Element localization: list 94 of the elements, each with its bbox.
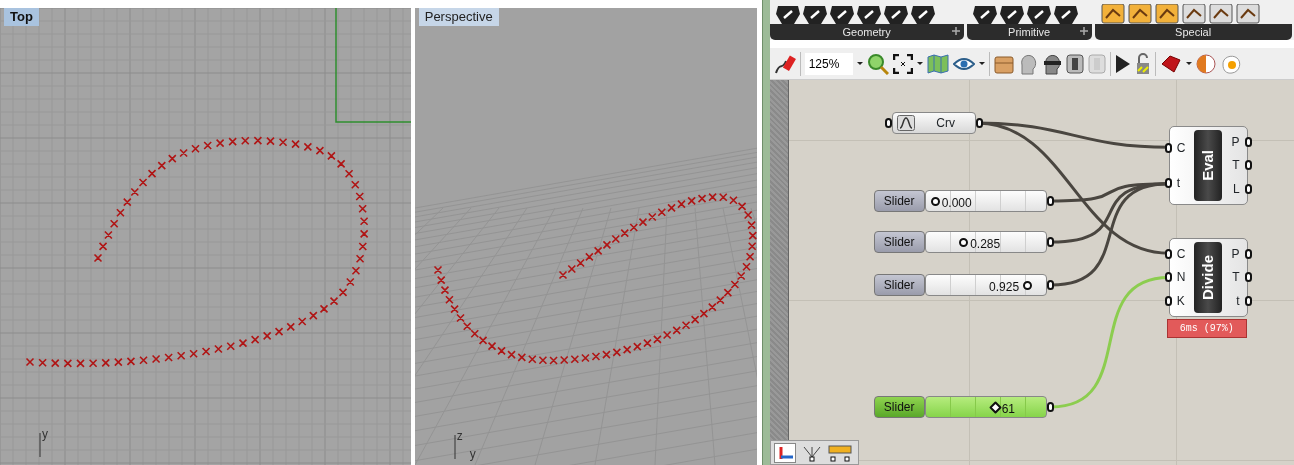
input-label: C bbox=[1176, 245, 1186, 263]
head-icon[interactable] bbox=[1041, 52, 1062, 75]
component-icon[interactable] bbox=[1154, 4, 1179, 24]
play-icon[interactable] bbox=[1114, 53, 1131, 74]
port-icon[interactable] bbox=[1046, 402, 1054, 412]
slider-thumb[interactable] bbox=[988, 401, 1002, 414]
zoom-extents-icon[interactable] bbox=[892, 53, 913, 74]
port-icon[interactable] bbox=[1046, 280, 1054, 290]
component-icon[interactable] bbox=[1127, 4, 1152, 24]
port-icon[interactable] bbox=[1244, 272, 1252, 283]
component-icon[interactable] bbox=[999, 6, 1024, 24]
component-icon[interactable] bbox=[1026, 6, 1051, 24]
category-label[interactable]: Special bbox=[1175, 26, 1212, 38]
curve-param[interactable]: Crv bbox=[891, 112, 976, 134]
port-icon[interactable] bbox=[1244, 136, 1252, 147]
axis-line bbox=[39, 433, 41, 457]
zoom-field[interactable]: 125% bbox=[804, 52, 853, 75]
lock-icon[interactable] bbox=[1134, 52, 1151, 75]
component-name[interactable]: Eval bbox=[1194, 130, 1222, 201]
input-label: N bbox=[1176, 269, 1186, 287]
pin-icon[interactable] bbox=[951, 27, 960, 35]
axis-label: y bbox=[469, 448, 476, 460]
output-label: T bbox=[1232, 269, 1240, 287]
slider-track[interactable]: 61 bbox=[924, 396, 1047, 418]
axis-label: y bbox=[42, 428, 48, 440]
box-icon[interactable] bbox=[993, 53, 1014, 74]
half-circle-icon[interactable] bbox=[1195, 53, 1216, 74]
component-icon[interactable] bbox=[1053, 6, 1078, 24]
slider-thumb[interactable] bbox=[959, 238, 969, 247]
caret-icon[interactable] bbox=[978, 62, 985, 65]
slider-label[interactable]: Slider bbox=[873, 190, 925, 212]
component-icon[interactable] bbox=[972, 6, 997, 24]
axis-line bbox=[453, 435, 456, 459]
input-label: t bbox=[1176, 175, 1180, 193]
slider-track[interactable]: 0.285 bbox=[924, 231, 1047, 253]
component-icon[interactable] bbox=[829, 6, 854, 24]
panel-icon[interactable] bbox=[1065, 53, 1084, 74]
slider-label[interactable]: Slider bbox=[873, 274, 925, 296]
component-icon[interactable] bbox=[775, 6, 800, 24]
output-label: L bbox=[1232, 181, 1240, 199]
slider-thumb[interactable] bbox=[930, 197, 940, 206]
search-icon[interactable] bbox=[866, 52, 889, 75]
axis-label: z bbox=[456, 430, 463, 442]
port-icon[interactable] bbox=[1244, 184, 1252, 195]
component-icon[interactable] bbox=[1208, 4, 1233, 24]
output-label: T bbox=[1232, 157, 1240, 175]
canvas-area[interactable]: Crv Slider 0.000 Slider 0.285 Slider 0.925 Slider 61 C t Eval P T L C N K Divide P T t 6ms (97%) bbox=[788, 80, 1294, 465]
viewport-title[interactable]: Top bbox=[4, 8, 39, 26]
port-icon[interactable] bbox=[1046, 196, 1054, 206]
slider-track[interactable]: 0.000 bbox=[924, 190, 1047, 212]
component-icon[interactable] bbox=[802, 6, 827, 24]
input-label: C bbox=[1176, 139, 1186, 157]
slider-track[interactable]: 0.925 bbox=[924, 274, 1047, 296]
port-icon[interactable] bbox=[1164, 178, 1172, 189]
viewport-title[interactable]: Perspective bbox=[418, 8, 499, 26]
slider-value: 0.000 bbox=[941, 195, 972, 212]
component-icon[interactable] bbox=[1100, 4, 1125, 24]
output-label: P bbox=[1231, 133, 1240, 151]
port-icon[interactable] bbox=[975, 118, 983, 128]
gem-icon[interactable] bbox=[1159, 54, 1182, 73]
slider-thumb[interactable] bbox=[1023, 281, 1033, 290]
component-name[interactable]: Divide bbox=[1194, 242, 1222, 313]
slider-label[interactable]: Slider bbox=[873, 231, 925, 253]
caret-icon[interactable] bbox=[1185, 62, 1192, 65]
component-icon[interactable] bbox=[883, 6, 908, 24]
output-label: t bbox=[1236, 293, 1240, 311]
port-icon[interactable] bbox=[1164, 248, 1172, 259]
pin-icon[interactable] bbox=[1079, 27, 1088, 35]
timing-badge: 6ms (97%) bbox=[1166, 319, 1247, 338]
map-icon[interactable] bbox=[926, 53, 949, 74]
port-icon[interactable] bbox=[1244, 296, 1252, 307]
category-label[interactable]: Geometry bbox=[842, 26, 891, 38]
port-icon[interactable] bbox=[1164, 296, 1172, 307]
caret-icon[interactable] bbox=[916, 62, 923, 65]
component-icon[interactable] bbox=[910, 6, 935, 24]
slider-value: 61 bbox=[1001, 401, 1015, 418]
caret-icon[interactable] bbox=[856, 62, 863, 65]
eye-icon[interactable] bbox=[952, 56, 975, 71]
output-label: P bbox=[1231, 245, 1240, 263]
slider-label[interactable]: Slider bbox=[873, 396, 925, 418]
ruler-icon[interactable] bbox=[827, 442, 852, 463]
input-label: K bbox=[1176, 293, 1185, 311]
port-icon[interactable] bbox=[1244, 248, 1252, 259]
slider-value: 0.285 bbox=[970, 236, 1001, 253]
component-icon[interactable] bbox=[1235, 4, 1260, 24]
slider-value: 0.925 bbox=[989, 279, 1020, 296]
component-icon[interactable] bbox=[1181, 4, 1206, 24]
port-icon[interactable] bbox=[1164, 272, 1172, 283]
curve-icon bbox=[896, 115, 915, 131]
arrows-icon[interactable] bbox=[773, 442, 796, 463]
component-icon[interactable] bbox=[856, 6, 881, 24]
port-icon[interactable] bbox=[1164, 142, 1172, 153]
port-icon[interactable] bbox=[1244, 160, 1252, 171]
port-icon[interactable] bbox=[1046, 237, 1054, 247]
